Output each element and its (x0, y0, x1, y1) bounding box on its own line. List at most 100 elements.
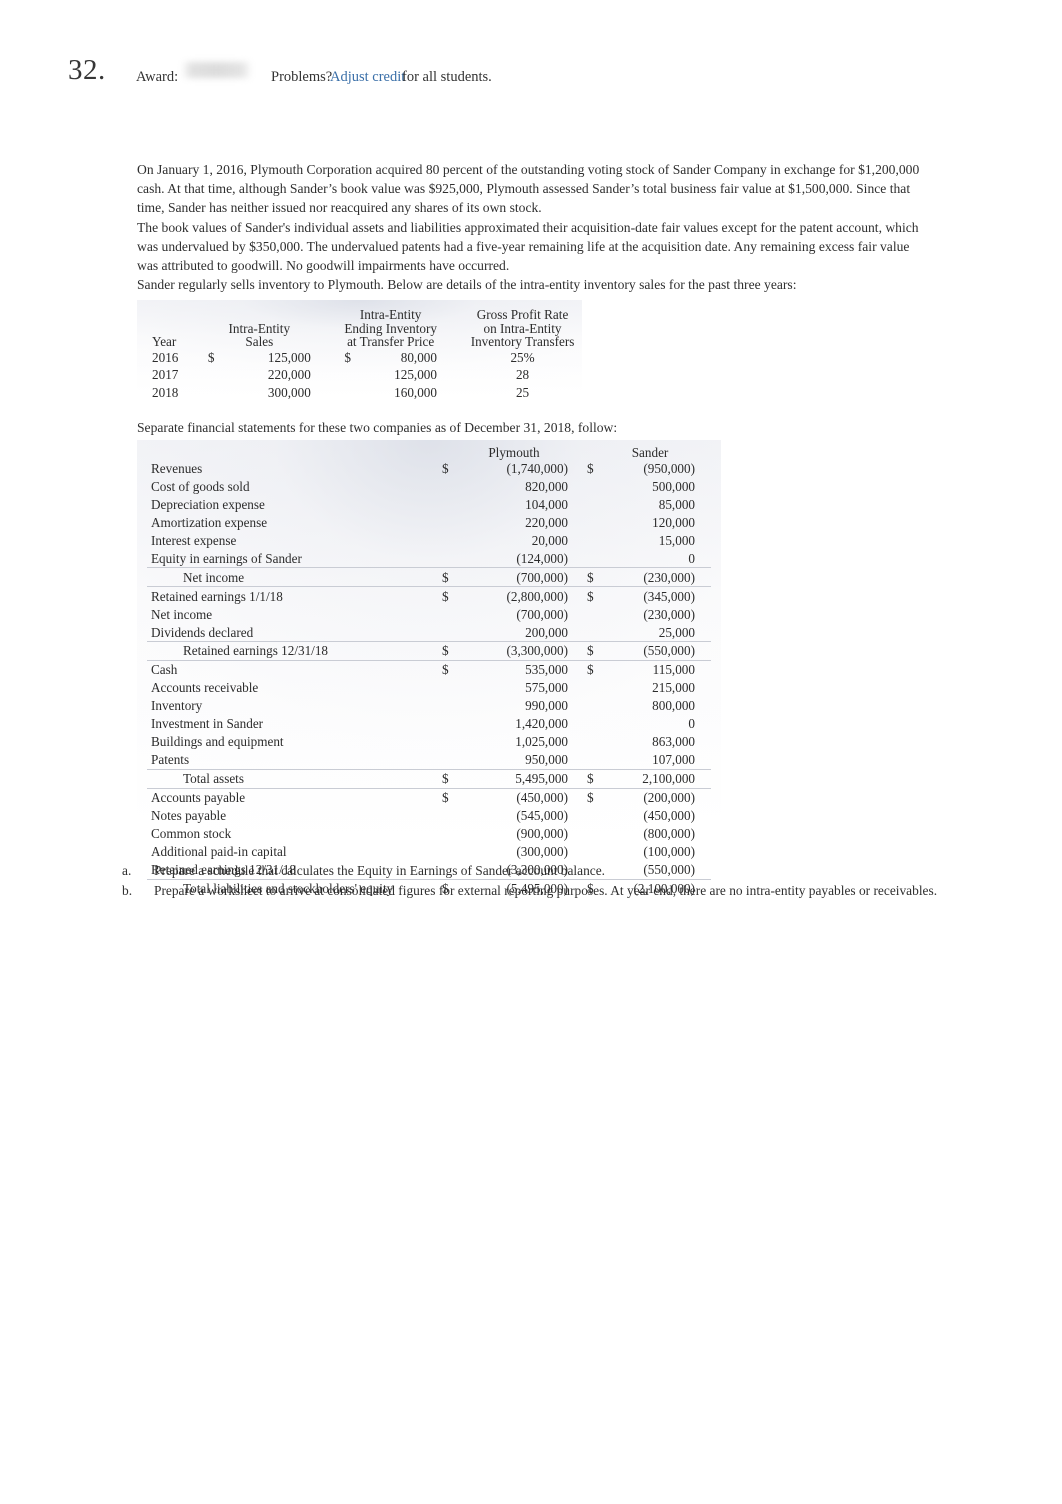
cell-plymouth-amount: 535,000 (460, 660, 573, 680)
hdr-gross-profit-line2: on Intra-Entity (483, 320, 562, 336)
hdr-blank-5 (437, 308, 463, 322)
cell-sander-currency (573, 531, 605, 549)
cell-sander-amount: 25,000 (658, 624, 695, 640)
cell-sander-amount: (950,000) (643, 460, 695, 476)
cell-sander-amount: 120,000 (652, 514, 695, 530)
table-row: Revenues $ (1,740,000) $ (950,000) (147, 460, 711, 478)
table-row: Accounts receivable 575,000 215,000 (147, 679, 711, 697)
cell-gross-profit-rate: 25 (515, 384, 530, 400)
cell-sander-amount: 500,000 (652, 478, 695, 494)
cell-spacer-2 (437, 384, 463, 402)
cell-plymouth-amount: 820,000 (525, 478, 568, 494)
cell-spacer-2 (437, 349, 463, 367)
hdr-inventory-transfers: Inventory Transfers (470, 334, 575, 350)
cell-sales-currency (208, 384, 229, 402)
cell-plymouth-amount: 220,000 (525, 514, 568, 530)
cell-sander-currency: $ (573, 567, 605, 587)
cell-sander-amount: 0 (688, 716, 695, 732)
cell-plymouth-currency (436, 679, 460, 697)
cell-plymouth-currency: $ (436, 660, 460, 680)
hdr-year: Year (152, 334, 177, 350)
cell-account-label: Interest expense (151, 532, 237, 548)
cell-sander-amount: 2,100,000 (605, 769, 711, 789)
table-row: Cost of goods sold 820,000 500,000 (147, 478, 711, 496)
cell-sander-amount: (230,000) (643, 606, 695, 622)
cell-plymouth-currency (436, 733, 460, 751)
cell-sander-amount: (200,000) (605, 788, 711, 807)
cell-account-label: Additional paid-in capital (151, 844, 287, 860)
cell-sander-currency (573, 496, 605, 514)
hdr-at-transfer-price: at Transfer Price (347, 334, 435, 350)
cell-ending-inventory: 80,000 (400, 349, 437, 365)
cell-plymouth-amount: (700,000) (460, 567, 573, 587)
requirements-list: a. Prepare a schedule that calculates the… (122, 862, 940, 900)
table-row: Patents 950,000 107,000 (147, 751, 711, 769)
cell-sales: 220,000 (267, 367, 311, 383)
cell-plymouth-currency (436, 605, 460, 623)
cell-plymouth-amount: 950,000 (525, 752, 568, 768)
cell-account-label: Cost of goods sold (151, 478, 250, 494)
hdr-blank-9 (311, 335, 345, 349)
cell-sander-currency (573, 825, 605, 843)
table-row: Dividends declared 200,000 25,000 (147, 623, 711, 641)
table-row: 2016 $125,000 $80,000 25% (147, 349, 582, 367)
cell-plymouth-amount: 200,000 (525, 624, 568, 640)
statements-header: Plymouth Sander (147, 446, 711, 460)
cell-account-label: Investment in Sander (151, 716, 264, 732)
hdr-gross-profit-line1: Gross Profit Rate (476, 307, 569, 322)
cell-plymouth-currency (436, 697, 460, 715)
hdr-blank-1 (147, 308, 208, 322)
cell-account-label: Equity in earnings of Sander (151, 550, 302, 566)
cell-ending-currency (344, 366, 366, 384)
cell-sander-amount: (550,000) (605, 641, 711, 661)
hdr-cur-blank-2 (573, 446, 605, 460)
cell-spacer (311, 366, 345, 384)
cell-plymouth-currency (436, 549, 460, 567)
cell-sander-amount: 863,000 (652, 734, 695, 750)
cell-plymouth-currency (436, 715, 460, 733)
problems-label: Problems? (271, 69, 333, 85)
hdr-blank-10 (437, 335, 463, 349)
cell-account-label: Retained earnings 12/31/18 (147, 641, 436, 661)
cell-spacer (311, 384, 345, 402)
cell-sander-amount: (345,000) (605, 586, 711, 606)
cell-sander-currency: $ (587, 460, 594, 476)
cell-account-label: Accounts receivable (151, 680, 259, 696)
cell-plymouth-currency (436, 843, 460, 861)
cell-plymouth-currency (436, 496, 460, 514)
hdr-blank-4 (311, 308, 345, 322)
table-row: Common stock (900,000) (800,000) (147, 825, 711, 843)
cell-account-label: Net income (151, 606, 213, 622)
adjust-credit-link[interactable]: Adjust credit (330, 69, 405, 86)
cell-plymouth-currency (436, 807, 460, 825)
hdr-blank-8 (437, 322, 463, 336)
cell-plymouth-amount: (1,740,000) (506, 460, 568, 476)
cell-plymouth-currency (436, 623, 460, 641)
cell-plymouth-amount: (900,000) (516, 826, 568, 842)
hdr-plymouth: Plymouth (488, 445, 540, 460)
separate-financial-statements-table: Plymouth Sander Revenues $ (1,740,000) $ (95… (137, 440, 721, 898)
cell-sander-currency (573, 549, 605, 567)
cell-plymouth-currency (436, 514, 460, 532)
cell-year: 2016 (152, 349, 179, 365)
question-header: 32. Award: Problems? Adjust credit for a… (0, 54, 1062, 94)
requirement-marker: b. (122, 882, 133, 898)
cell-sander-amount: 215,000 (652, 680, 695, 696)
hdr-ending-inventory-line2: Ending Inventory (344, 320, 437, 336)
requirement-item: a. Prepare a schedule that calculates the… (122, 862, 940, 880)
header-row-3: Year Sales at Transfer Price Inventory T… (147, 335, 582, 349)
cell-sander-amount: 107,000 (652, 752, 695, 768)
hdr-blank-7 (311, 322, 345, 336)
award-value-redacted (183, 62, 251, 78)
question-number: 32. (68, 54, 106, 86)
cell-year: 2018 (152, 384, 179, 400)
cell-account-label: Depreciation expense (151, 496, 265, 512)
cell-sander-amount: 800,000 (652, 698, 695, 714)
table-row: Additional paid-in capital (300,000) (100,… (147, 843, 711, 861)
requirement-item: b. Prepare a worksheet to arrive at conso… (122, 882, 940, 900)
hdr-sales: Sales (245, 334, 274, 350)
cell-sales: 300,000 (267, 384, 311, 400)
cell-account-label: Total assets (147, 769, 436, 789)
table-row: Retained earnings 1/1/18 $ (2,800,000) $ (34… (147, 586, 711, 606)
table-row: Interest expense 20,000 15,000 (147, 531, 711, 549)
